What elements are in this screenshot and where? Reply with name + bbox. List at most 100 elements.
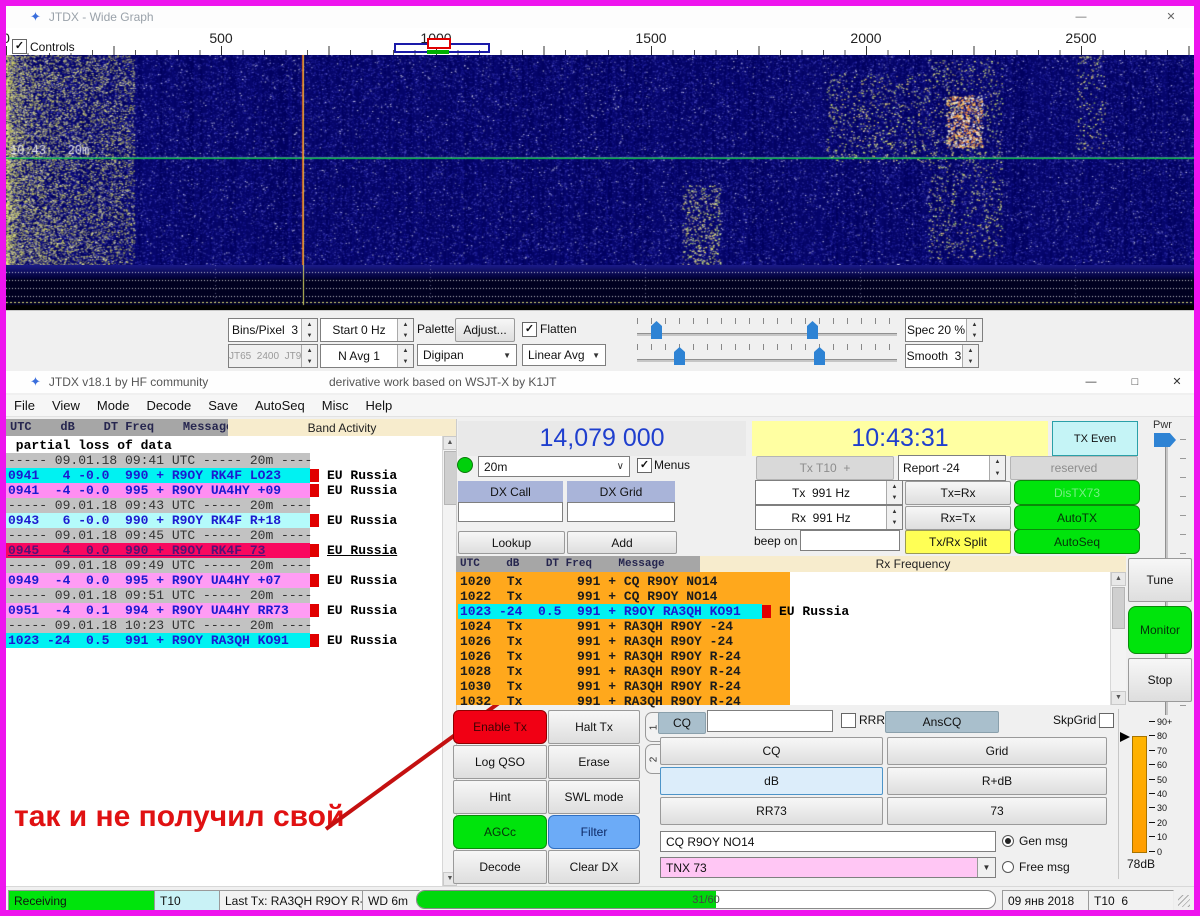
tx-freq-spinner[interactable]: Tx 991 Hz ▲▼ xyxy=(755,480,903,505)
table-row[interactable]: 1024 Tx 991 + RA3QH R9OY -24 xyxy=(458,619,1108,634)
menu-decode[interactable]: Decode xyxy=(146,398,191,413)
spinner-arrows-icon[interactable]: ▲▼ xyxy=(397,345,413,367)
bins-pixel-spinner[interactable]: Bins/Pixel 3 ▲▼ xyxy=(228,318,318,342)
rx-eq-tx-button[interactable]: Rx=Tx xyxy=(905,506,1011,530)
table-row[interactable]: 1028 Tx 991 + RA3QH R9OY R-24 xyxy=(458,664,1108,679)
erase-button[interactable]: Erase xyxy=(548,745,640,779)
table-row[interactable]: 0949 -4 0.0 995 + R9OY UA4HY +07EU Russi… xyxy=(6,573,442,588)
rx-freq-spinner[interactable]: Rx 991 Hz ▲▼ xyxy=(755,505,903,530)
close-button[interactable]: ✕ xyxy=(1158,9,1184,25)
table-row[interactable]: ----- 09.01.18 10:23 UTC ----- 20m ---- xyxy=(6,618,442,633)
scrollbar-thumb[interactable] xyxy=(1112,587,1125,629)
scroll-down-icon[interactable]: ▼ xyxy=(1111,691,1126,705)
hint-button[interactable]: Hint xyxy=(453,780,547,814)
filter-button[interactable]: Filter xyxy=(548,815,640,849)
enable-tx-button[interactable]: Enable Tx xyxy=(453,710,547,744)
resize-grip[interactable] xyxy=(1178,895,1190,907)
menu-mode[interactable]: Mode xyxy=(97,398,130,413)
jt65-jt9-boundary-spinner[interactable]: JT65 2400 JT9 ▲▼ xyxy=(228,344,318,368)
spec-percent-spinner[interactable]: Spec 20 % ▲▼ xyxy=(905,318,983,342)
clear-dx-button[interactable]: Clear DX xyxy=(548,850,640,884)
minimize-button[interactable]: — xyxy=(1068,9,1094,25)
avg-mode-select[interactable]: Linear Avg ▼ xyxy=(522,344,606,366)
add-button[interactable]: Add xyxy=(567,531,677,554)
palette-adjust-button[interactable]: Adjust... xyxy=(455,318,515,342)
rx-frequency-scrollbar[interactable]: ▲ ▼ xyxy=(1110,572,1126,705)
spinner-arrows-icon[interactable]: ▲▼ xyxy=(886,481,902,504)
msg-grid-button[interactable]: Grid xyxy=(887,737,1107,765)
maximize-button[interactable]: □ xyxy=(1122,374,1148,390)
swl-mode-button[interactable]: SWL mode xyxy=(548,780,640,814)
menus-checkbox[interactable] xyxy=(637,458,652,473)
close-button[interactable]: ✕ xyxy=(1164,374,1190,390)
table-row[interactable]: 0941 4 -0.0 990 + R9OY RK4F LO23EU Russi… xyxy=(6,468,442,483)
table-row[interactable]: 1026 Tx 991 + RA3QH R9OY -24 xyxy=(458,634,1108,649)
msg-73-button[interactable]: 73 xyxy=(887,797,1107,825)
anscq-button[interactable]: AnsCQ xyxy=(885,711,999,733)
free-msg-select[interactable]: TNX 73 ▼ xyxy=(660,857,996,878)
table-row[interactable]: 1023 -24 0.5 991 + R9OY RA3QH KO91EU Rus… xyxy=(458,604,1108,619)
band-select[interactable]: 20m ∨ xyxy=(478,456,630,477)
menu-help[interactable]: Help xyxy=(365,398,392,413)
smooth-spinner[interactable]: Smooth 3 ▲▼ xyxy=(905,344,979,368)
rrr-checkbox[interactable] xyxy=(841,713,856,728)
table-row[interactable]: ----- 09.01.18 09:51 UTC ----- 20m ---- xyxy=(6,588,442,603)
monitor-button[interactable]: Monitor xyxy=(1128,606,1192,654)
msg-rr73-button[interactable]: RR73 xyxy=(660,797,883,825)
spinner-arrows-icon[interactable]: ▲▼ xyxy=(886,506,902,529)
table-row[interactable]: 1026 Tx 991 + RA3QH R9OY R-24 xyxy=(458,649,1108,664)
palette-select[interactable]: Digipan ▼ xyxy=(417,344,517,366)
msg-cq-button[interactable]: CQ xyxy=(660,737,883,765)
gen-msg-radio[interactable] xyxy=(1002,835,1014,847)
table-row[interactable]: partial loss of data xyxy=(6,438,442,453)
autoseq-button[interactable]: AutoSeq xyxy=(1014,529,1140,554)
table-row[interactable]: 1030 Tx 991 + RA3QH R9OY R-24 xyxy=(458,679,1108,694)
menu-view[interactable]: View xyxy=(52,398,80,413)
table-row[interactable]: 0945 4 0.0 990 + R9OY RK4F 73EU Russia xyxy=(6,543,442,558)
cq-dir-input[interactable] xyxy=(707,710,833,732)
table-row[interactable]: 1022 Tx 991 + CQ R9OY NO14 xyxy=(458,589,1108,604)
reserved-button[interactable]: reserved xyxy=(1010,456,1138,480)
halt-tx-button[interactable]: Halt Tx xyxy=(548,710,640,744)
spectrum-display[interactable] xyxy=(6,265,1194,310)
table-row[interactable]: 1020 Tx 991 + CQ R9OY NO14 xyxy=(458,574,1108,589)
spinner-arrows-icon[interactable]: ▲▼ xyxy=(966,319,982,341)
dx-grid-input[interactable] xyxy=(567,502,675,522)
tx-t10-button[interactable]: Tx T10 + xyxy=(756,456,894,480)
table-row[interactable]: ----- 09.01.18 09:49 UTC ----- 20m ---- xyxy=(6,558,442,573)
table-row[interactable]: 0951 -4 0.1 994 + R9OY UA4HY RR73EU Russ… xyxy=(6,603,442,618)
spinner-arrows-icon[interactable]: ▲▼ xyxy=(397,319,413,341)
msg-db-button[interactable]: dB xyxy=(660,767,883,795)
table-row[interactable]: 0943 6 -0.0 990 + R9OY RK4F R+18EU Russi… xyxy=(6,513,442,528)
spinner-arrows-icon[interactable]: ▲▼ xyxy=(962,345,978,367)
table-row[interactable]: ----- 09.01.18 09:45 UTC ----- 20m ---- xyxy=(6,528,442,543)
controls-checkbox[interactable] xyxy=(12,39,27,54)
skpgrid-checkbox[interactable] xyxy=(1099,713,1114,728)
menu-file[interactable]: File xyxy=(14,398,35,413)
gain-slider-track[interactable] xyxy=(637,333,897,336)
tune-button[interactable]: Tune xyxy=(1128,558,1192,602)
gen-msg-input[interactable]: CQ R9OY NO14 xyxy=(660,831,996,852)
table-row[interactable]: 1023 -24 0.5 991 + R9OY RA3QH KO91EU Rus… xyxy=(6,633,442,648)
agcc-button[interactable]: AGCc xyxy=(453,815,547,849)
scroll-up-icon[interactable]: ▲ xyxy=(443,436,457,450)
cq-dir-button[interactable]: CQ xyxy=(658,712,706,734)
pwr-slider-handle[interactable] xyxy=(1154,433,1176,447)
frequency-scale[interactable]: 05001000150020002500 xyxy=(6,28,1194,55)
msg-rdb-button[interactable]: R+dB xyxy=(887,767,1107,795)
spinner-arrows-icon[interactable]: ▲▼ xyxy=(301,319,317,341)
waterfall-display[interactable] xyxy=(6,55,1194,265)
stop-button[interactable]: Stop xyxy=(1128,658,1192,702)
dx-call-input[interactable] xyxy=(458,502,563,522)
table-row[interactable]: ----- 09.01.18 09:43 UTC ----- 20m ---- xyxy=(6,498,442,513)
tx-even-button[interactable]: TX Even xyxy=(1052,421,1138,456)
scroll-up-icon[interactable]: ▲ xyxy=(1111,572,1126,586)
spinner-arrows-icon[interactable]: ▲▼ xyxy=(989,456,1005,480)
free-msg-radio[interactable] xyxy=(1002,861,1014,873)
spinner-arrows-icon[interactable]: ▲▼ xyxy=(301,345,317,367)
report-spinner[interactable]: Report -24 ▲▼ xyxy=(898,455,1006,481)
tx-eq-rx-button[interactable]: Tx=Rx xyxy=(905,481,1011,505)
lookup-button[interactable]: Lookup xyxy=(458,531,565,554)
table-row[interactable]: 1032 Tx 991 + RA3QH R9OY R-24 xyxy=(458,694,1108,709)
chevron-down-icon[interactable]: ▼ xyxy=(977,858,995,877)
